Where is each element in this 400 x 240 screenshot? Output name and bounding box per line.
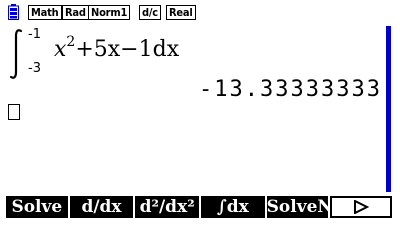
complex-mode-badge: Real [166, 5, 196, 20]
angle-mode-badge: Rad [62, 5, 89, 20]
function-key-bar: Solve d/dx d²/dx² ∫dx SolveN [6, 196, 392, 218]
exponent: 2 [66, 34, 76, 50]
right-triangle-icon [354, 200, 370, 214]
math-mode-badge: Math [28, 5, 62, 20]
fraction-mode-badge: d/c [139, 5, 161, 20]
battery-icon [8, 4, 19, 20]
integrand-rest: +5x−1dx [75, 37, 180, 62]
variable-x: x [54, 37, 67, 62]
result-value: -13.33333333 [199, 77, 382, 102]
solven-softkey[interactable]: SolveN [266, 196, 329, 218]
more-softkey[interactable] [330, 196, 392, 218]
lower-limit: -3 [28, 61, 41, 76]
scrollbar[interactable] [386, 26, 391, 192]
display-mode-badge: Norm1 [88, 5, 131, 20]
upper-limit: -1 [28, 27, 41, 42]
integral-sign-icon [9, 29, 23, 79]
integrand-expression: x2+5x−1dx [54, 34, 180, 64]
integral-softkey[interactable]: ∫dx [200, 196, 265, 218]
status-bar: Math Rad Norm1 d/c Real [0, 0, 400, 24]
solve-softkey[interactable]: Solve [6, 196, 68, 218]
derivative-softkey[interactable]: d/dx [69, 196, 134, 218]
input-cursor[interactable] [8, 104, 20, 120]
second-derivative-softkey[interactable]: d²/dx² [135, 196, 199, 218]
